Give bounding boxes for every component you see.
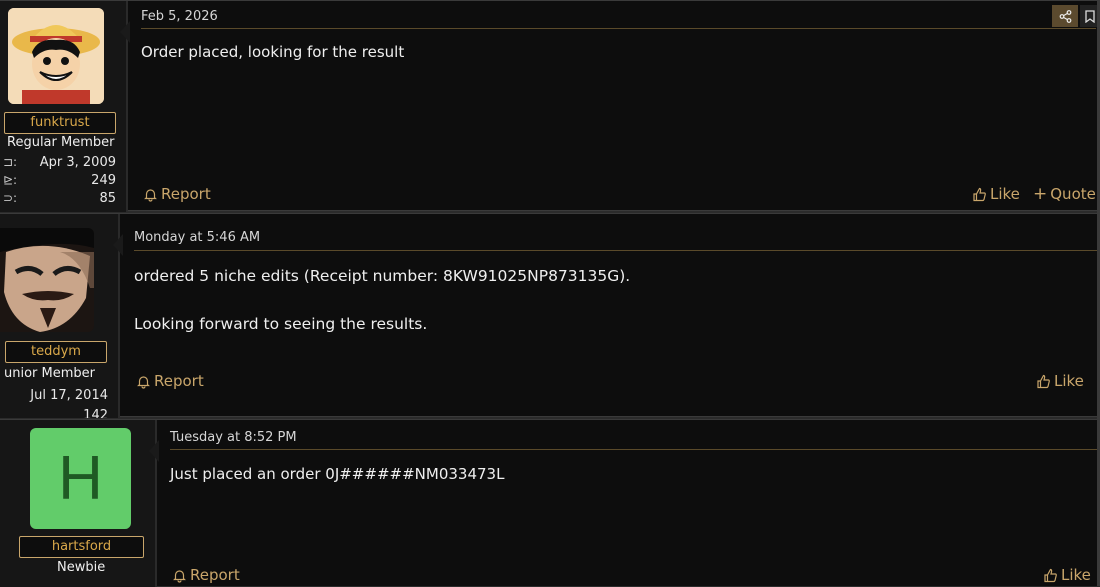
like-label: Like bbox=[990, 185, 1020, 203]
post-content: Tuesday at 8:52 PM Just placed an order … bbox=[159, 420, 1100, 586]
plus-icon: + bbox=[1033, 183, 1048, 204]
avatar[interactable] bbox=[0, 228, 94, 332]
stat-value: 85 bbox=[99, 191, 116, 206]
user-cell: funktrust Regular Member ⊐: Apr 3, 2009 … bbox=[0, 1, 128, 212]
messages-icon: ⊵: bbox=[3, 173, 18, 187]
share-icon bbox=[1059, 9, 1071, 23]
post-message: Just placed an order 0J######NM033473L bbox=[170, 465, 505, 483]
post-content: Feb 5, 2026 Order placed, looking for th… bbox=[130, 1, 1100, 210]
post-arrow bbox=[120, 21, 130, 43]
post-arrow bbox=[149, 440, 159, 462]
stat-value: Apr 3, 2009 bbox=[39, 155, 116, 170]
report-button[interactable]: Report bbox=[143, 185, 211, 203]
quote-label: Quote bbox=[1050, 185, 1096, 203]
post-date[interactable]: Tuesday at 8:52 PM bbox=[170, 430, 297, 445]
post-1: funktrust Regular Member ⊐: Apr 3, 2009 … bbox=[0, 0, 1100, 212]
date-divider bbox=[141, 28, 1096, 29]
user-cell: H hartsford Newbie bbox=[0, 420, 157, 587]
post-date[interactable]: Monday at 5:46 AM bbox=[134, 230, 260, 245]
stat-messages: ⊵: 249 bbox=[3, 173, 116, 188]
avatar[interactable]: H bbox=[30, 428, 131, 529]
stat-joined: ⊐: Apr 3, 2009 bbox=[3, 155, 116, 170]
post-content: Monday at 5:46 AM ordered 5 niche edits … bbox=[122, 214, 1100, 416]
user-cell: teddym unior Member Jul 17, 2014 142 bbox=[0, 214, 120, 418]
username[interactable]: teddym bbox=[5, 341, 107, 363]
date-divider bbox=[134, 250, 1098, 251]
user-rank: Newbie bbox=[57, 560, 106, 575]
like-button[interactable]: Like bbox=[972, 185, 1020, 203]
quote-button[interactable]: + Quote bbox=[1033, 185, 1096, 203]
username[interactable]: hartsford bbox=[19, 536, 144, 558]
post-message: ordered 5 niche edits (Receipt number: 8… bbox=[134, 267, 631, 334]
thumbs-up-icon bbox=[1044, 568, 1057, 582]
thumbs-up-icon bbox=[973, 187, 986, 201]
post-tools bbox=[1052, 5, 1100, 27]
like-label: Like bbox=[1054, 372, 1084, 390]
report-label: Report bbox=[190, 566, 240, 584]
date-divider bbox=[170, 449, 1098, 450]
bell-icon bbox=[173, 569, 186, 583]
bell-icon bbox=[137, 375, 150, 389]
user-rank: unior Member bbox=[4, 366, 95, 381]
post-2: teddym unior Member Jul 17, 2014 142 Mon… bbox=[0, 213, 1100, 418]
stat-value: 142 bbox=[83, 408, 108, 418]
report-label: Report bbox=[161, 185, 211, 203]
stat-joined: Jul 17, 2014 bbox=[28, 388, 108, 403]
thumbs-up-icon bbox=[1037, 374, 1050, 388]
post-3: H hartsford Newbie Tuesday at 8:52 PM Ju… bbox=[0, 419, 1100, 587]
joined-icon: ⊐: bbox=[3, 155, 18, 169]
report-button[interactable]: Report bbox=[136, 372, 204, 390]
stat-reactions: ⊃: 85 bbox=[3, 191, 116, 206]
post-message: Order placed, looking for the result bbox=[141, 43, 405, 61]
username[interactable]: funktrust bbox=[4, 112, 116, 134]
report-label: Report bbox=[154, 372, 204, 390]
user-rank: Regular Member bbox=[7, 135, 115, 150]
like-button[interactable]: Like bbox=[1043, 566, 1091, 584]
bookmark-icon bbox=[1085, 9, 1095, 23]
stat-messages: 142 bbox=[28, 408, 108, 418]
avatar-letter: H bbox=[58, 444, 103, 513]
like-label: Like bbox=[1061, 566, 1091, 584]
avatar[interactable] bbox=[8, 8, 104, 104]
post-date[interactable]: Feb 5, 2026 bbox=[141, 9, 218, 24]
stat-value: Jul 17, 2014 bbox=[30, 388, 108, 403]
stat-value: 249 bbox=[91, 173, 116, 188]
report-button[interactable]: Report bbox=[172, 566, 240, 584]
bell-icon bbox=[144, 188, 157, 202]
reactions-icon: ⊃: bbox=[3, 191, 18, 205]
share-button[interactable] bbox=[1052, 5, 1078, 27]
like-button[interactable]: Like bbox=[1036, 372, 1084, 390]
